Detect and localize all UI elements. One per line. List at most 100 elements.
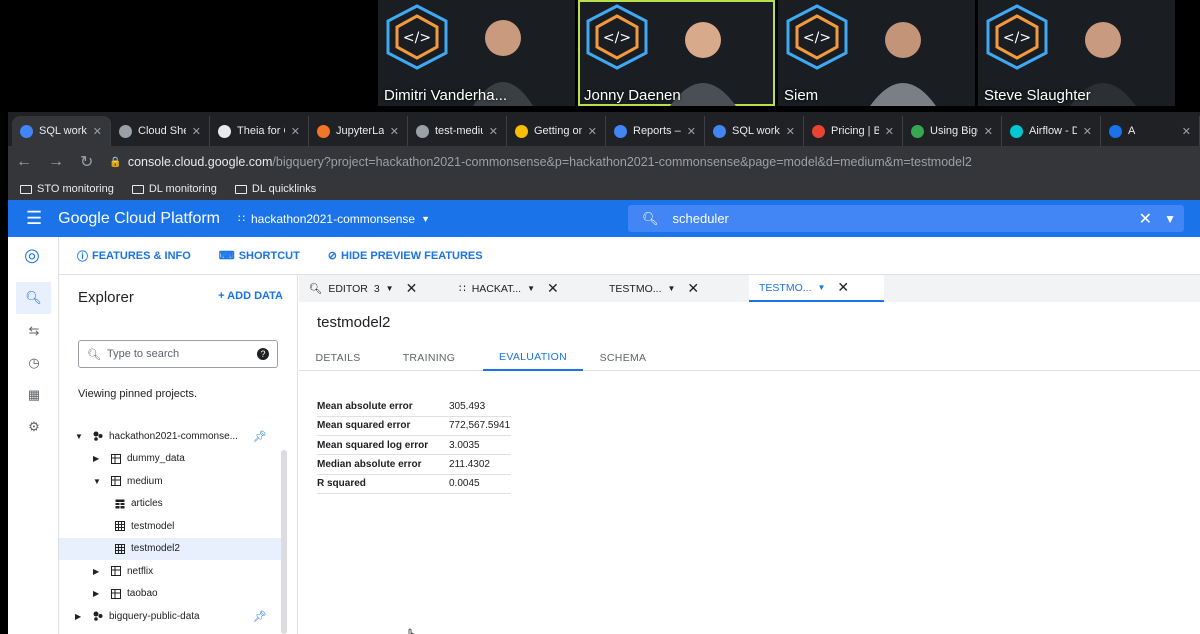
browser-tab[interactable]: Theia for Cl ✕ — [210, 116, 309, 146]
browser-tab[interactable]: JupyterLab ✕ — [309, 116, 408, 146]
tab-close-icon[interactable]: ✕ — [291, 125, 300, 138]
browser-tab[interactable]: Using BigQ ✕ — [903, 116, 1002, 146]
dataset-icon — [111, 566, 121, 576]
caret-down-icon[interactable]: ▼ — [527, 284, 535, 293]
tree-node-model[interactable]: testmodel — [59, 515, 281, 538]
editor-tab[interactable]: 🔍︎ EDITOR 3 ▼ ✕ — [299, 275, 449, 302]
chevron-down-icon[interactable]: ▼ — [1164, 212, 1176, 226]
expand-down-icon[interactable]: ▼ — [93, 477, 101, 486]
pin-icon[interactable]: 📌︎ — [253, 610, 267, 623]
gcp-title[interactable]: Google Cloud Platform — [58, 210, 220, 228]
tab-close-icon[interactable]: ✕ — [588, 125, 597, 138]
tree-node-dataset[interactable]: ▼ medium — [59, 470, 281, 493]
transfers-icon[interactable]: ⇆ — [24, 323, 44, 343]
participant-tile-active[interactable]: </> Jonny Daenen — [578, 0, 775, 106]
tab-favicon-icon — [713, 124, 726, 138]
expand-right-icon[interactable]: ▶ — [75, 612, 81, 621]
browser-tab[interactable]: Cloud Shell ✕ — [111, 116, 210, 146]
bookmark-folder[interactable]: DL monitoring — [131, 183, 217, 195]
console-search[interactable]: 🔍︎ scheduler ✕ ▼ — [628, 205, 1184, 232]
tab-close-icon[interactable]: ✕ — [390, 125, 399, 138]
close-icon[interactable]: ✕ — [547, 280, 559, 297]
close-icon[interactable]: ✕ — [406, 280, 418, 297]
caret-down-icon[interactable]: ▼ — [668, 284, 676, 293]
bigquery-logo-icon[interactable]: ◎ — [22, 245, 42, 265]
gear-icon[interactable]: ⚙ — [24, 419, 44, 439]
editor-tab[interactable]: TESTMO... ▼ ✕ — [599, 275, 749, 302]
project-name: hackathon2021-commonsense — [251, 211, 416, 226]
tab-schema[interactable]: SCHEMA — [583, 345, 663, 371]
pin-icon[interactable]: 📌︎ — [253, 430, 267, 443]
bookmark-folder[interactable]: STO monitoring — [20, 183, 114, 195]
browser-tab[interactable]: SQL worksp ✕ — [12, 116, 111, 146]
browser-tab[interactable]: Reports – B ✕ — [606, 116, 705, 146]
tab-favicon-icon — [911, 124, 924, 138]
tree-node-dataset[interactable]: ▶ netflix — [59, 560, 281, 583]
editor-tab[interactable]: TESTMO... ▼ ✕ — [749, 275, 884, 302]
shortcut-button[interactable]: ⌨ SHORTCUT — [219, 249, 300, 263]
expand-down-icon[interactable]: ▼ — [75, 432, 83, 441]
explorer-scrollbar[interactable] — [281, 450, 287, 634]
browser-tab[interactable]: test-mediu ✕ — [408, 116, 507, 146]
browser-tab-label: A — [1128, 125, 1136, 137]
url-field[interactable]: 🔒 console.cloud.google.com/bigquery?proj… — [109, 155, 971, 169]
explorer-search-input[interactable]: 🔍︎ Type to search ? — [78, 340, 278, 368]
history-icon[interactable]: ◷ — [24, 355, 44, 375]
tab-close-icon[interactable]: ✕ — [192, 125, 201, 138]
metric-name: Mean absolute error — [317, 397, 449, 417]
query-search-icon: 🔍︎ — [309, 283, 323, 295]
caret-down-icon[interactable]: ▼ — [818, 283, 826, 292]
search-nav-icon[interactable]: 🔍︎ — [16, 282, 51, 314]
tab-close-icon[interactable]: ✕ — [984, 125, 993, 138]
close-icon[interactable]: ✕ — [687, 280, 699, 297]
tree-node-table[interactable]: articles — [59, 493, 281, 516]
browser-tab[interactable]: Getting onl ✕ — [507, 116, 606, 146]
add-data-button[interactable]: + ADD DATA — [218, 290, 283, 302]
back-arrow-icon[interactable]: ← — [16, 153, 32, 171]
browser-tab[interactable]: Pricing | B ✕ — [804, 116, 903, 146]
url-path: /bigquery?project=hackathon2021-commonse… — [272, 155, 972, 169]
tab-training[interactable]: TRAINING — [379, 345, 479, 371]
expand-right-icon[interactable]: ▶ — [93, 567, 99, 576]
hamburger-menu-icon[interactable]: ☰ — [26, 208, 42, 229]
tab-close-icon[interactable]: ✕ — [687, 125, 696, 138]
tab-close-icon[interactable]: ✕ — [786, 125, 795, 138]
left-nav-rail: ◎ 🔍︎ ⇆ ◷ ▦ ⚙ — [8, 237, 59, 634]
tab-close-icon[interactable]: ✕ — [489, 125, 498, 138]
bookmark-folder[interactable]: DL quicklinks — [234, 183, 316, 195]
browser-tab[interactable]: Airflow - DA ✕ — [1002, 116, 1101, 146]
browser-tab[interactable]: A ✕ — [1101, 116, 1200, 146]
tab-evaluation[interactable]: EVALUATION — [483, 345, 583, 371]
project-selector[interactable]: ∷ hackathon2021-commonsense ▼ — [238, 212, 430, 226]
tree-node-model[interactable]: testmodel2 — [59, 537, 281, 560]
expand-right-icon[interactable]: ▶ — [93, 454, 99, 463]
features-info-button[interactable]: ⓘ FEATURES & INFO — [77, 248, 191, 264]
tab-close-icon[interactable]: ✕ — [93, 125, 102, 138]
hide-preview-features-button[interactable]: ⊘ HIDE PREVIEW FEATURES — [328, 249, 483, 263]
tree-node-label: hackathon2021-commonse... — [109, 430, 238, 442]
participant-tile[interactable]: </> Steve Slaughter — [978, 0, 1175, 106]
caret-down-icon[interactable]: ▼ — [386, 284, 394, 293]
tab-details[interactable]: DETAILS — [299, 345, 377, 371]
reload-icon[interactable]: ↻ — [80, 152, 93, 172]
explorer-panel: Explorer + ADD DATA 🔍︎ Type to search ? … — [59, 275, 298, 634]
tree-node-project[interactable]: ▶ bigquery-public-data 📌︎ — [59, 605, 281, 628]
dashboard-icon[interactable]: ▦ — [24, 387, 44, 407]
tree-node-dataset[interactable]: ▶ taobao — [59, 583, 281, 606]
forward-arrow-icon[interactable]: → — [48, 153, 64, 171]
tree-node-project[interactable]: ▼ hackathon2021-commonse... 📌︎ — [59, 425, 281, 448]
browser-tab[interactable]: SQL worksp ✕ — [705, 116, 804, 146]
tab-close-icon[interactable]: ✕ — [1182, 125, 1191, 138]
tab-close-icon[interactable]: ✕ — [885, 125, 894, 138]
participant-tile[interactable]: </> Dimitri Vanderha... — [378, 0, 575, 106]
help-icon[interactable]: ? — [257, 348, 269, 360]
clear-search-icon[interactable]: ✕ — [1139, 209, 1152, 229]
close-icon[interactable]: ✕ — [837, 279, 849, 296]
expand-right-icon[interactable]: ▶ — [93, 589, 99, 598]
tree-node-dataset[interactable]: ▶ dummy_data — [59, 448, 281, 471]
participant-tile[interactable]: </> Siem — [778, 0, 975, 106]
project-icon — [93, 431, 103, 441]
participant-name: Steve Slaughter — [984, 87, 1091, 104]
editor-tab[interactable]: ∷ HACKAT... ▼ ✕ — [449, 275, 599, 302]
tab-close-icon[interactable]: ✕ — [1083, 125, 1092, 138]
